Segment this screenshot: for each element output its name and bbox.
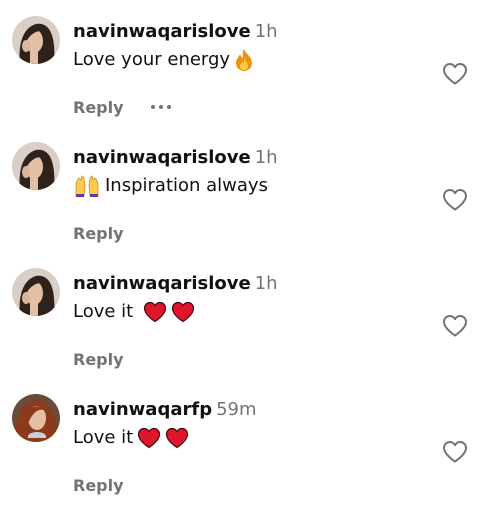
comment-header: navinwaqarislove 1h bbox=[73, 147, 278, 169]
timestamp[interactable]: 1h bbox=[255, 273, 278, 294]
red-heart-emoji-icon bbox=[137, 427, 161, 449]
timestamp[interactable]: 59m bbox=[216, 399, 256, 420]
reply-button[interactable]: Reply bbox=[73, 98, 124, 117]
raising-hands-emoji-icon bbox=[73, 174, 101, 198]
comment-actions: Reply bbox=[73, 222, 124, 244]
comment-actions: Reply bbox=[73, 348, 124, 370]
comment-text: Love it bbox=[73, 426, 189, 450]
reply-button[interactable]: Reply bbox=[73, 224, 124, 243]
username[interactable]: navinwaqarislove bbox=[73, 273, 251, 294]
avatar[interactable] bbox=[12, 394, 60, 442]
heart-outline-icon[interactable] bbox=[442, 188, 468, 212]
username[interactable]: navinwaqarislove bbox=[73, 21, 251, 42]
comment-item: navinwaqarfp 59m Love it Reply bbox=[0, 394, 480, 520]
comment-text: Love your energy bbox=[73, 48, 254, 72]
timestamp[interactable]: 1h bbox=[255, 147, 278, 168]
red-heart-emoji-icon bbox=[143, 301, 167, 323]
comment-item: navinwaqarislove 1h Love your energy Repl… bbox=[0, 16, 480, 142]
red-heart-emoji-icon bbox=[171, 301, 195, 323]
comment-header: navinwaqarislove 1h bbox=[73, 21, 278, 43]
username[interactable]: navinwaqarfp bbox=[73, 399, 212, 420]
comment-body: Love it bbox=[73, 301, 134, 322]
reply-button[interactable]: Reply bbox=[73, 476, 124, 495]
avatar[interactable] bbox=[12, 268, 60, 316]
avatar[interactable] bbox=[12, 16, 60, 64]
comment-body: Love it bbox=[73, 427, 134, 448]
comment-body: Inspiration always bbox=[105, 175, 268, 196]
comment-item: navinwaqarislove 1h Inspiration always Re… bbox=[0, 142, 480, 268]
username[interactable]: navinwaqarislove bbox=[73, 147, 251, 168]
comment-text: Inspiration always bbox=[73, 174, 268, 198]
fire-emoji-icon bbox=[234, 48, 254, 72]
heart-outline-icon[interactable] bbox=[442, 440, 468, 464]
comment-actions: Reply bbox=[73, 96, 171, 118]
avatar[interactable] bbox=[12, 142, 60, 190]
heart-outline-icon[interactable] bbox=[442, 62, 468, 86]
comment-header: navinwaqarfp 59m bbox=[73, 399, 257, 421]
red-heart-emoji-icon bbox=[165, 427, 189, 449]
heart-outline-icon[interactable] bbox=[442, 314, 468, 338]
comment-text: Love it bbox=[73, 300, 195, 324]
comment-item: navinwaqarislove 1h Love it Reply bbox=[0, 268, 480, 394]
comment-actions: Reply bbox=[73, 474, 124, 496]
timestamp[interactable]: 1h bbox=[255, 21, 278, 42]
comment-header: navinwaqarislove 1h bbox=[73, 273, 278, 295]
ellipsis-icon[interactable] bbox=[150, 105, 171, 109]
reply-button[interactable]: Reply bbox=[73, 350, 124, 369]
comment-body: Love your energy bbox=[73, 49, 231, 70]
